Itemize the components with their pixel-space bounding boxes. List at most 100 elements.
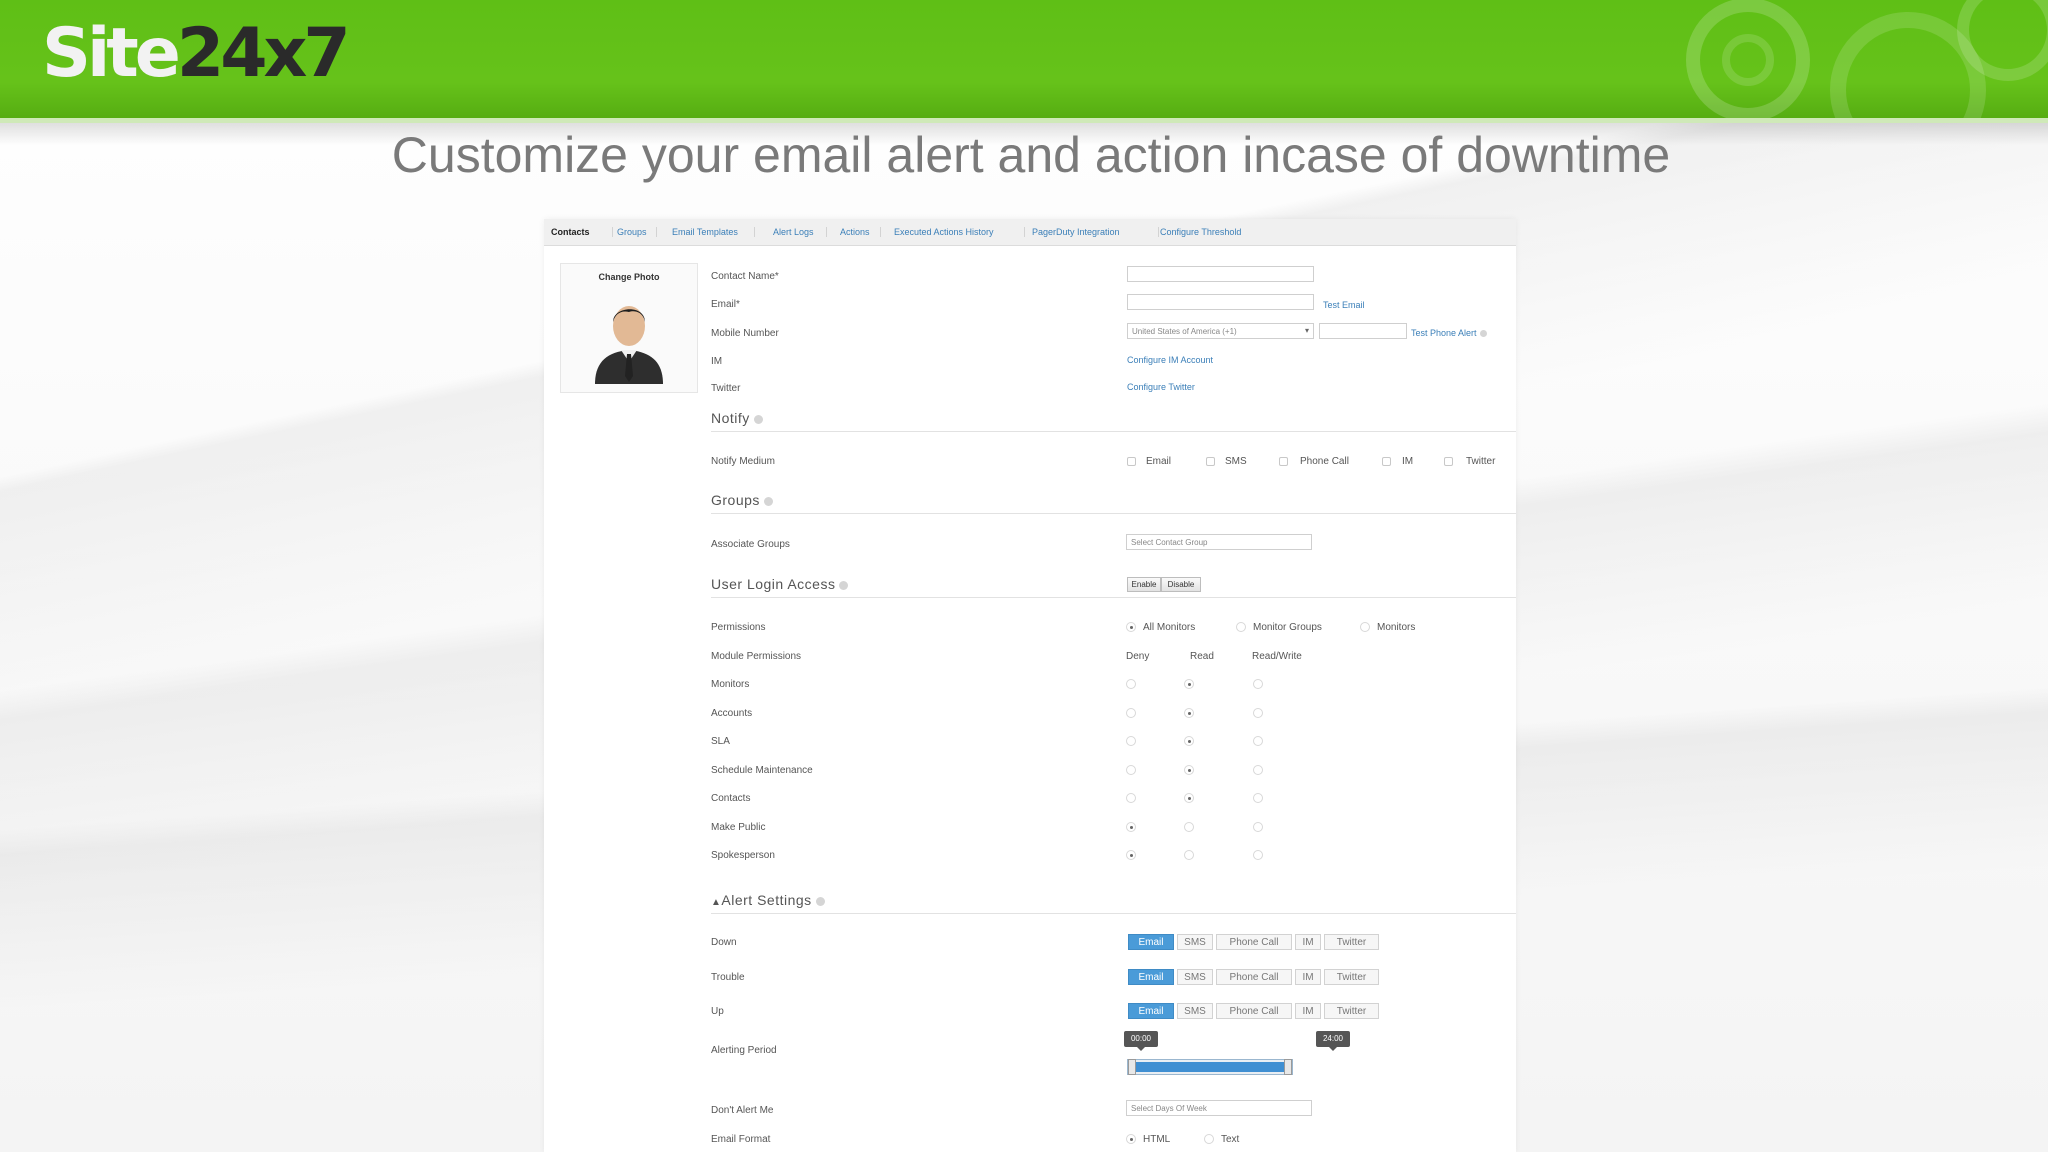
slider-end-handle[interactable] xyxy=(1284,1059,1292,1075)
contact-group-select[interactable]: Select Contact Group xyxy=(1126,534,1312,550)
tab-executed-actions-history[interactable]: Executed Actions History xyxy=(894,227,994,237)
notify-phone-call-checkbox[interactable] xyxy=(1279,457,1288,466)
tab-contacts[interactable]: Contacts xyxy=(551,227,590,237)
permission-monitors-radio[interactable] xyxy=(1360,622,1370,632)
notify-email-checkbox[interactable] xyxy=(1127,457,1136,466)
contact-name-input[interactable] xyxy=(1127,266,1314,282)
permission-monitor-groups-radio[interactable] xyxy=(1236,622,1246,632)
alert-channel-toggle[interactable]: SMS xyxy=(1177,934,1213,950)
alert-channel-toggle[interactable]: IM xyxy=(1295,968,1321,985)
configure-twitter-link[interactable]: Configure Twitter xyxy=(1127,382,1195,392)
module-permission-radio[interactable] xyxy=(1126,679,1136,689)
module-permission-radio[interactable] xyxy=(1253,679,1263,689)
tab-actions[interactable]: Actions xyxy=(840,227,870,237)
site24x7-logo: Site24x7 xyxy=(42,14,351,93)
slider-start-handle[interactable] xyxy=(1128,1059,1136,1075)
module-permission-radio[interactable] xyxy=(1253,736,1263,746)
alert-row-label: Down xyxy=(711,937,737,948)
alert-channel-toggle[interactable]: Phone Call xyxy=(1216,1003,1292,1019)
notify-phone-call-label: Phone Call xyxy=(1300,456,1349,467)
module-permission-radio[interactable] xyxy=(1126,850,1136,860)
tab-email-templates[interactable]: Email Templates xyxy=(672,227,738,237)
module-permission-radio[interactable] xyxy=(1253,764,1263,775)
change-photo-label[interactable]: Change Photo xyxy=(561,272,697,282)
period-end-tooltip: 24:00 xyxy=(1316,1031,1350,1051)
module-permission-radio[interactable] xyxy=(1253,707,1263,718)
module-permission-radio[interactable] xyxy=(1184,736,1194,746)
permission-monitors-label: Monitors xyxy=(1377,622,1416,633)
mobile-number-input[interactable] xyxy=(1319,323,1407,339)
tab-bar: Contacts Groups Email Templates Alert Lo… xyxy=(544,219,1516,246)
module-name: Make Public xyxy=(711,821,766,833)
avatar-icon xyxy=(595,306,663,384)
divider xyxy=(711,597,1516,598)
module-permission-radio[interactable] xyxy=(1184,821,1194,832)
info-icon xyxy=(753,414,763,424)
module-permission-radio[interactable] xyxy=(1126,736,1136,746)
notify-email-label: Email xyxy=(1146,456,1172,467)
module-permission-radio[interactable] xyxy=(1126,707,1136,718)
alert-channel-toggle[interactable]: Phone Call xyxy=(1216,968,1292,985)
tab-pagerduty-integration[interactable]: PagerDuty Integration xyxy=(1032,227,1120,237)
module-permission-radio[interactable] xyxy=(1253,793,1263,803)
slider-range-fill xyxy=(1136,1062,1284,1072)
alert-channel-toggle[interactable]: SMS xyxy=(1177,1003,1213,1019)
module-name: Accounts xyxy=(711,707,753,719)
configure-im-link[interactable]: Configure IM Account xyxy=(1127,355,1213,365)
permissions-label: Permissions xyxy=(711,622,766,633)
module-name: Contacts xyxy=(711,793,751,804)
email-format-html-radio[interactable] xyxy=(1126,1134,1136,1144)
country-code-select[interactable]: United States of America (+1) ▾ xyxy=(1127,323,1314,339)
tab-alert-logs[interactable]: Alert Logs xyxy=(773,227,814,237)
mobile-number-label: Mobile Number xyxy=(711,328,779,339)
alert-settings-title[interactable]: ▲Alert Settings xyxy=(711,892,825,908)
alert-row-label: Trouble xyxy=(711,971,745,983)
days-of-week-select[interactable]: Select Days Of Week xyxy=(1126,1100,1312,1116)
disable-button[interactable]: Disable xyxy=(1161,577,1201,592)
email-input[interactable] xyxy=(1127,294,1314,310)
swirl-decoration xyxy=(1686,0,2048,118)
alerting-period-slider[interactable] xyxy=(1127,1059,1293,1075)
notify-sms-checkbox[interactable] xyxy=(1206,457,1215,466)
alert-channel-toggle[interactable]: Email xyxy=(1128,1003,1174,1019)
module-permission-radio[interactable] xyxy=(1184,764,1194,775)
module-permission-radio[interactable] xyxy=(1126,764,1136,775)
test-email-link[interactable]: Test Email xyxy=(1323,300,1365,310)
alert-channel-toggle[interactable]: IM xyxy=(1295,934,1321,950)
alert-channel-toggle[interactable]: Twitter xyxy=(1324,1003,1379,1019)
module-permission-radio[interactable] xyxy=(1126,821,1136,832)
email-label: Email* xyxy=(711,299,740,310)
tab-separator xyxy=(880,227,881,237)
module-permission-radio[interactable] xyxy=(1253,821,1263,832)
alert-channel-toggle[interactable]: Twitter xyxy=(1324,968,1379,985)
test-phone-alert-link[interactable]: Test Phone Alert xyxy=(1411,328,1487,338)
module-permission-radio[interactable] xyxy=(1253,850,1263,860)
alert-channel-toggle[interactable]: Email xyxy=(1128,968,1174,985)
module-permission-radio[interactable] xyxy=(1184,850,1194,860)
email-format-text-radio[interactable] xyxy=(1204,1134,1214,1144)
alert-channel-toggle[interactable]: Email xyxy=(1128,934,1174,950)
notify-twitter-checkbox[interactable] xyxy=(1444,457,1453,466)
divider xyxy=(711,513,1516,514)
contact-photo-box[interactable]: Change Photo xyxy=(560,263,698,393)
module-permission-radio[interactable] xyxy=(1184,707,1194,718)
enable-button[interactable]: Enable xyxy=(1127,577,1161,592)
module-permission-radio[interactable] xyxy=(1184,679,1194,689)
notify-medium-label: Notify Medium xyxy=(711,456,775,467)
permission-all-monitors-radio[interactable] xyxy=(1126,622,1136,632)
alert-channel-toggle[interactable]: Phone Call xyxy=(1216,934,1292,950)
tab-configure-threshold[interactable]: Configure Threshold xyxy=(1160,227,1241,237)
tab-groups[interactable]: Groups xyxy=(617,227,647,237)
alert-channel-toggle[interactable]: Twitter xyxy=(1324,934,1379,950)
module-permission-radio[interactable] xyxy=(1184,793,1194,803)
dont-alert-me-label: Don't Alert Me xyxy=(711,1105,774,1116)
associate-groups-label: Associate Groups xyxy=(711,539,790,550)
alert-row-label: Up xyxy=(711,1006,724,1017)
email-format-text-label: Text xyxy=(1221,1134,1240,1145)
info-icon xyxy=(1479,330,1487,338)
period-start-tooltip: 00:00 xyxy=(1124,1031,1158,1051)
alert-channel-toggle[interactable]: IM xyxy=(1295,1003,1321,1019)
alert-channel-toggle[interactable]: SMS xyxy=(1177,968,1213,985)
module-permission-radio[interactable] xyxy=(1126,793,1136,803)
notify-im-checkbox[interactable] xyxy=(1382,457,1391,466)
